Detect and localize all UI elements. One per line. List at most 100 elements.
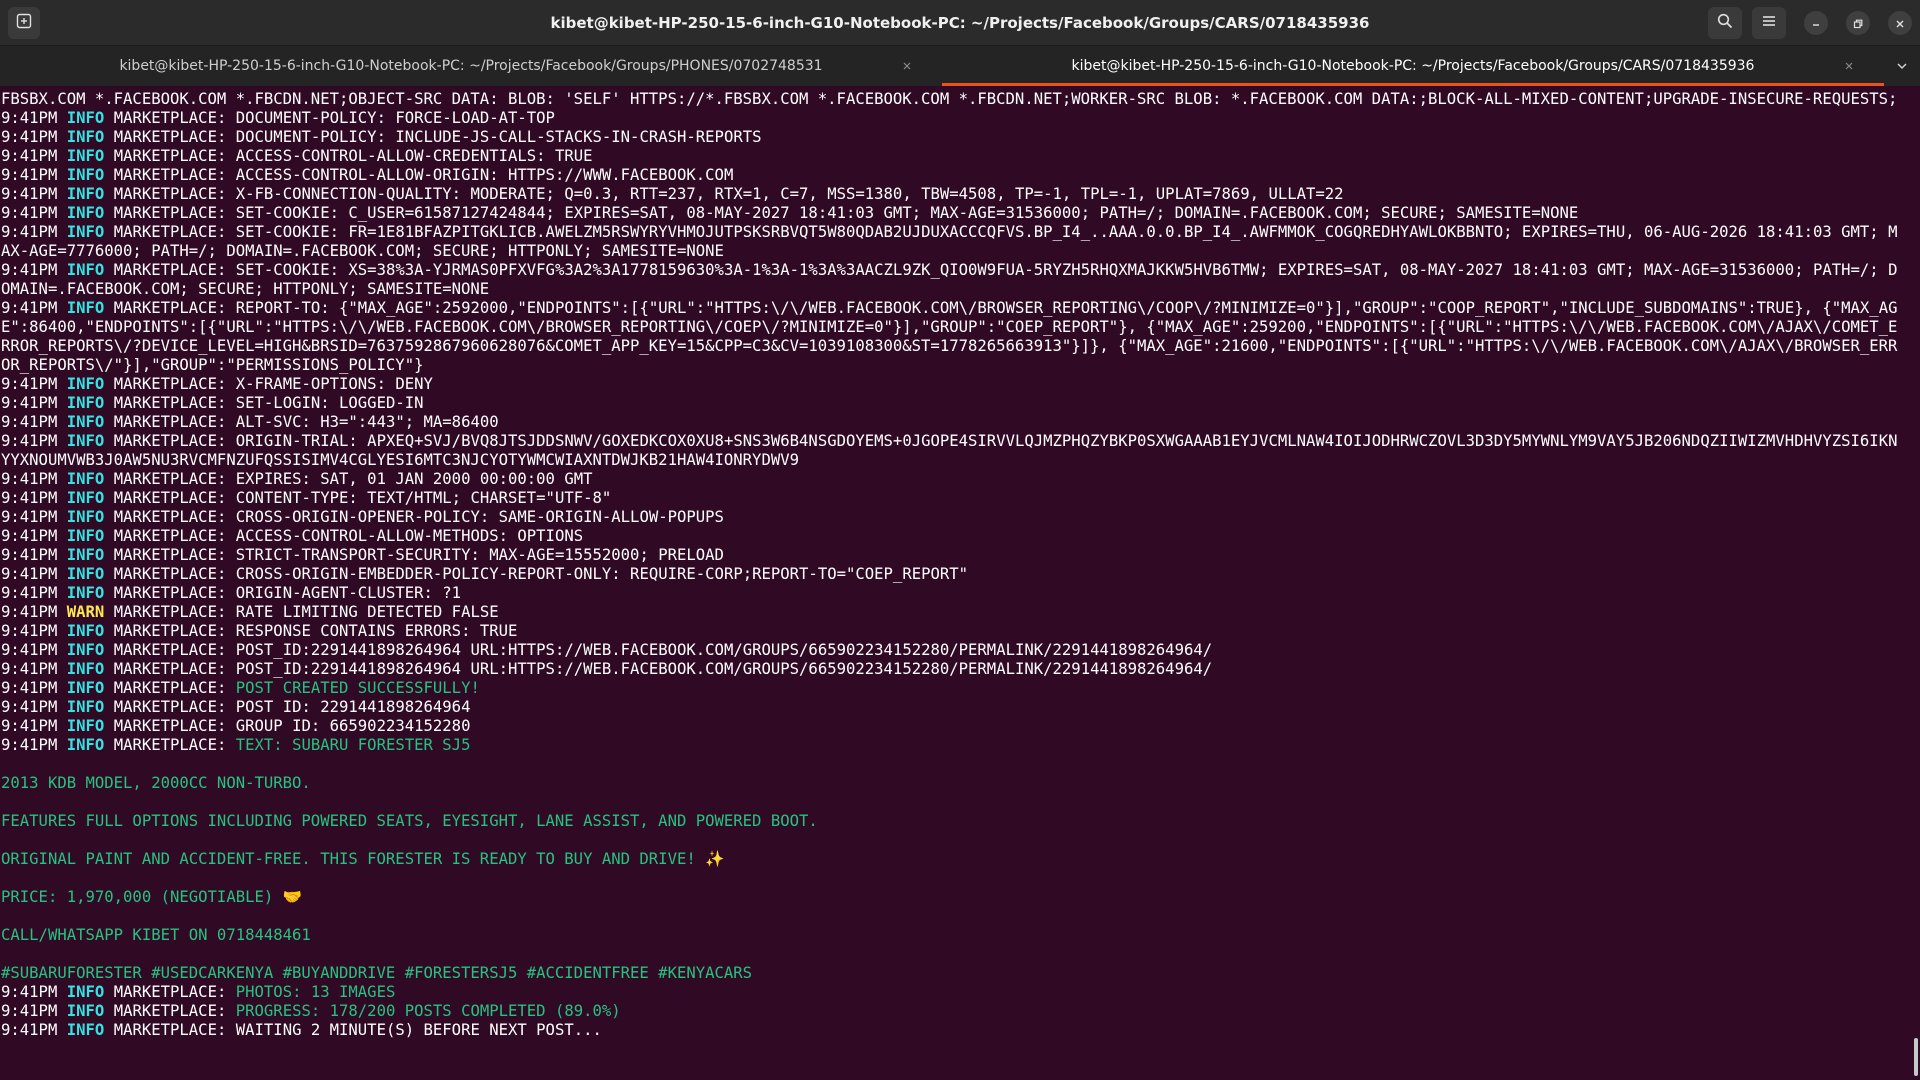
log-time: 9:41PM — [1, 299, 58, 317]
log-time: 9:41PM — [1, 223, 58, 241]
log-level: INFO — [66, 717, 105, 735]
log-line: 9:41PM INFO MARKETPLACE: SET-COOKIE: FR=… — [1, 223, 1906, 261]
log-time: 9:41PM — [1, 109, 58, 127]
chevron-down-icon — [1896, 57, 1908, 76]
log-line: 9:41PM INFO MARKETPLACE: POST ID: 229144… — [1, 698, 1906, 717]
log-tag: MARKETPLACE: — [113, 470, 227, 488]
log-line: 9:41PM INFO MARKETPLACE: TEXT: SUBARU FO… — [1, 736, 1906, 755]
log-line: 9:41PM INFO MARKETPLACE: X-FB-CONNECTION… — [1, 185, 1906, 204]
log-tag: MARKETPLACE: — [113, 223, 227, 241]
log-time: 9:41PM — [1, 584, 58, 602]
log-time: 9:41PM — [1, 147, 58, 165]
log-message: DOCUMENT-POLICY: FORCE-LOAD-AT-TOP — [235, 109, 555, 127]
log-message: POST_ID:2291441898264964 URL:HTTPS://WEB… — [235, 641, 1213, 659]
log-time: 9:41PM — [1, 375, 58, 393]
log-line: 9:41PM INFO MARKETPLACE: POST CREATED SU… — [1, 679, 1906, 698]
log-line: 9:41PM INFO MARKETPLACE: SET-COOKIE: C_U… — [1, 204, 1906, 223]
log-time: 9:41PM — [1, 622, 58, 640]
log-level: INFO — [66, 470, 105, 488]
log-message: TEXT: SUBARU FORESTER SJ5 — [235, 736, 471, 754]
log-time: 9:41PM — [1, 508, 58, 526]
log-line: 9:41PM INFO MARKETPLACE: WAITING 2 MINUT… — [1, 1021, 1906, 1040]
log-tag: MARKETPLACE: — [113, 508, 227, 526]
close-icon — [903, 62, 911, 70]
log-time: 9:41PM — [1, 698, 58, 716]
log-time: 9:41PM — [1, 679, 58, 697]
log-time: 9:41PM — [1, 166, 58, 184]
log-time: 9:41PM — [1, 546, 58, 564]
log-line: 9:41PM INFO MARKETPLACE: ACCESS-CONTROL-… — [1, 527, 1906, 546]
minimize-icon — [1811, 14, 1821, 33]
close-button[interactable] — [1888, 11, 1912, 35]
tab-close-button[interactable] — [898, 57, 916, 75]
log-message: RATE LIMITING DETECTED FALSE — [235, 603, 499, 621]
restore-button[interactable] — [1846, 11, 1870, 35]
log-message: STRICT-TRANSPORT-SECURITY: MAX-AGE=15552… — [235, 546, 724, 564]
log-tag: MARKETPLACE: — [113, 717, 227, 735]
tab-menu-button[interactable] — [1884, 46, 1920, 86]
log-line: FBSBX.COM *.FACEBOOK.COM *.FBCDN.NET;OBJ… — [1, 90, 1898, 108]
tab-cars[interactable]: kibet@kibet-HP-250-15-6-inch-G10-Noteboo… — [942, 46, 1884, 86]
log-tag: MARKETPLACE: — [113, 204, 227, 222]
log-time: 9:41PM — [1, 603, 58, 621]
scrollbar[interactable] — [1914, 1038, 1918, 1076]
restore-icon — [1853, 14, 1863, 33]
log-time: 9:41PM — [1, 470, 58, 488]
log-time: 9:41PM — [1, 565, 58, 583]
log-tag: MARKETPLACE: — [113, 983, 227, 1001]
log-line: 9:41PM INFO MARKETPLACE: STRICT-TRANSPOR… — [1, 546, 1906, 565]
log-line: 9:41PM INFO MARKETPLACE: REPORT-TO: {"MA… — [1, 299, 1906, 375]
log-level: INFO — [66, 546, 105, 564]
post-text-line: CALL/WHATSAPP KIBET ON 0718448461 — [1, 926, 311, 944]
log-line: 9:41PM INFO MARKETPLACE: CONTENT-TYPE: T… — [1, 489, 1906, 508]
log-message: POST CREATED SUCCESSFULLY! — [235, 679, 480, 697]
log-line: 9:41PM INFO MARKETPLACE: CROSS-ORIGIN-OP… — [1, 508, 1906, 527]
terminal-output[interactable]: FBSBX.COM *.FACEBOOK.COM *.FBCDN.NET;OBJ… — [0, 90, 1906, 1080]
log-tag: MARKETPLACE: — [113, 546, 227, 564]
new-tab-icon — [16, 13, 32, 33]
log-line: 9:41PM INFO MARKETPLACE: ORIGIN-AGENT-CL… — [1, 584, 1906, 603]
tab-label: kibet@kibet-HP-250-15-6-inch-G10-Noteboo… — [119, 58, 823, 74]
log-line: 9:41PM WARN MARKETPLACE: RATE LIMITING D… — [1, 603, 1906, 622]
minimize-button[interactable] — [1804, 11, 1828, 35]
log-message: REPORT-TO: {"MAX_AGE":2592000,"ENDPOINTS… — [1, 299, 1898, 374]
log-level: INFO — [66, 1021, 105, 1039]
log-tag: MARKETPLACE: — [113, 679, 227, 697]
log-level: INFO — [66, 508, 105, 526]
log-message: SET-COOKIE: FR=1E81BFAZPITGKLICB.AWELZM5… — [1, 223, 1898, 260]
log-tag: MARKETPLACE: — [113, 603, 227, 621]
post-text-line: ORIGINAL PAINT AND ACCIDENT-FREE. THIS F… — [1, 850, 725, 868]
log-message: RESPONSE CONTAINS ERRORS: TRUE — [235, 622, 518, 640]
log-line: 9:41PM INFO MARKETPLACE: POST_ID:2291441… — [1, 660, 1906, 679]
menu-button[interactable] — [1752, 7, 1786, 39]
tab-close-button[interactable] — [1840, 57, 1858, 75]
tab-phones[interactable]: kibet@kibet-HP-250-15-6-inch-G10-Noteboo… — [0, 46, 942, 86]
log-tag: MARKETPLACE: — [113, 1002, 227, 1020]
log-message: ORIGIN-TRIAL: APXEQ+SVJ/BVQ8JTSJDDSNWV/G… — [1, 432, 1898, 469]
log-time: 9:41PM — [1, 717, 58, 735]
log-level: INFO — [66, 128, 105, 146]
new-tab-button[interactable] — [8, 7, 40, 39]
post-text-line: FEATURES FULL OPTIONS INCLUDING POWERED … — [1, 812, 818, 830]
log-level: INFO — [66, 185, 105, 203]
log-tag: MARKETPLACE: — [113, 565, 227, 583]
log-line: 9:41PM INFO MARKETPLACE: PHOTOS: 13 IMAG… — [1, 983, 1906, 1002]
log-time: 9:41PM — [1, 983, 58, 1001]
log-level: INFO — [66, 166, 105, 184]
close-icon — [1845, 62, 1853, 70]
log-tag: MARKETPLACE: — [113, 736, 227, 754]
log-level: INFO — [66, 983, 105, 1001]
search-button[interactable] — [1708, 7, 1742, 39]
log-tag: MARKETPLACE: — [113, 394, 227, 412]
log-time: 9:41PM — [1, 736, 58, 754]
log-tag: MARKETPLACE: — [113, 375, 227, 393]
log-tag: MARKETPLACE: — [113, 584, 227, 602]
log-level: INFO — [66, 432, 105, 450]
log-tag: MARKETPLACE: — [113, 185, 227, 203]
log-message: GROUP ID: 665902234152280 — [235, 717, 471, 735]
post-text-line: 2013 KDB MODEL, 2000CC NON-TURBO. — [1, 774, 311, 792]
log-time: 9:41PM — [1, 1002, 58, 1020]
